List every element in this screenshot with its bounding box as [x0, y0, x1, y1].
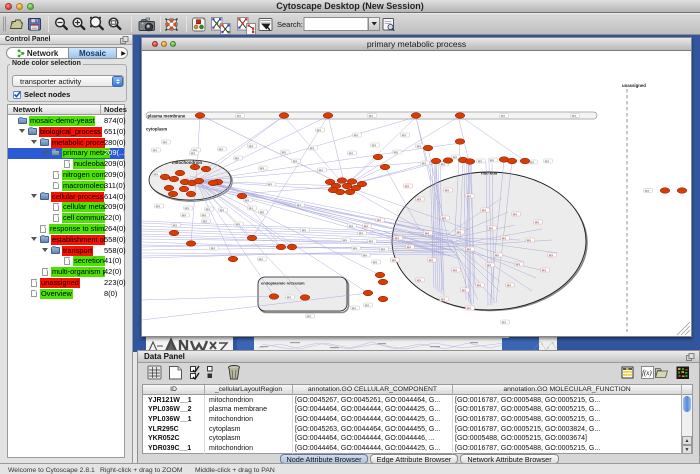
svg-text:▮▮▮: ▮▮▮ — [185, 207, 190, 210]
svg-text:▮▮▮: ▮▮▮ — [442, 217, 447, 220]
svg-text:cytoplasm: cytoplasm — [146, 127, 167, 132]
svg-text:▮▮▮: ▮▮▮ — [365, 304, 370, 307]
svg-text:▮▮▮: ▮▮▮ — [354, 134, 359, 137]
svg-text:▮▮▮: ▮▮▮ — [462, 289, 467, 292]
svg-text:▮▮▮: ▮▮▮ — [507, 284, 512, 287]
svg-text:▮▮▮: ▮▮▮ — [353, 247, 358, 250]
svg-text:▮▮▮: ▮▮▮ — [372, 144, 377, 147]
svg-text:▮▮▮: ▮▮▮ — [287, 296, 292, 299]
svg-text:▮▮▮: ▮▮▮ — [467, 248, 472, 251]
svg-text:▮▮▮: ▮▮▮ — [310, 147, 315, 150]
svg-text:▮▮▮: ▮▮▮ — [535, 221, 540, 224]
svg-text:▮▮▮: ▮▮▮ — [441, 163, 446, 166]
svg-text:▮▮▮: ▮▮▮ — [369, 240, 374, 243]
svg-text:▮▮▮: ▮▮▮ — [259, 258, 264, 261]
svg-text:▮▮▮: ▮▮▮ — [513, 213, 518, 216]
svg-text:▮▮▮: ▮▮▮ — [425, 232, 430, 235]
svg-text:▮▮▮: ▮▮▮ — [249, 145, 254, 148]
svg-text:mitochondrion: mitochondrion — [172, 160, 202, 165]
svg-text:▮▮▮: ▮▮▮ — [156, 205, 161, 208]
svg-text:▮▮▮: ▮▮▮ — [317, 129, 322, 132]
svg-text:▮▮▮: ▮▮▮ — [307, 315, 312, 318]
svg-text:▮▮▮: ▮▮▮ — [417, 279, 422, 282]
svg-text:▮▮▮: ▮▮▮ — [516, 263, 521, 266]
svg-text:▮▮▮: ▮▮▮ — [467, 307, 472, 310]
svg-text:▮▮▮: ▮▮▮ — [343, 239, 348, 242]
svg-text:▮▮▮: ▮▮▮ — [182, 214, 187, 217]
svg-text:▮▮▮: ▮▮▮ — [407, 246, 412, 249]
svg-text:▮▮▮: ▮▮▮ — [478, 160, 483, 163]
svg-text:f(x): f(x) — [642, 369, 652, 377]
svg-text:▮▮▮: ▮▮▮ — [268, 183, 273, 186]
svg-text:▮▮▮: ▮▮▮ — [530, 161, 535, 164]
svg-text:▮▮▮: ▮▮▮ — [245, 199, 250, 202]
svg-text:▮▮▮: ▮▮▮ — [235, 157, 240, 160]
svg-text:plasma membrane: plasma membrane — [148, 113, 186, 118]
svg-text:▮▮▮: ▮▮▮ — [163, 141, 168, 144]
svg-text:▮▮▮: ▮▮▮ — [377, 219, 382, 222]
svg-text:▮▮▮: ▮▮▮ — [282, 151, 287, 154]
svg-text:▮▮▮: ▮▮▮ — [206, 208, 211, 211]
svg-text:endoplasmic reticulum: endoplasmic reticulum — [261, 281, 305, 286]
svg-text:▮▮▮: ▮▮▮ — [349, 225, 354, 228]
svg-text:▮▮▮: ▮▮▮ — [219, 148, 224, 151]
svg-text:▮▮▮: ▮▮▮ — [453, 156, 458, 159]
svg-text:▮▮▮: ▮▮▮ — [363, 254, 368, 257]
svg-text:▮▮▮: ▮▮▮ — [191, 152, 196, 155]
svg-text:▮▮▮: ▮▮▮ — [645, 190, 650, 193]
svg-text:▮▮▮: ▮▮▮ — [501, 115, 506, 118]
svg-text:▮▮▮: ▮▮▮ — [417, 145, 422, 148]
svg-text:▮▮▮: ▮▮▮ — [453, 269, 458, 272]
svg-text:▮▮▮: ▮▮▮ — [402, 134, 407, 137]
svg-text:▮▮▮: ▮▮▮ — [422, 162, 427, 165]
svg-text:▮▮▮: ▮▮▮ — [352, 307, 357, 310]
svg-text:▮▮▮: ▮▮▮ — [297, 204, 302, 207]
svg-text:▮▮▮: ▮▮▮ — [319, 169, 324, 172]
svg-text:unassigned: unassigned — [622, 83, 646, 88]
svg-text:▮▮▮: ▮▮▮ — [202, 214, 207, 217]
svg-text:▮▮▮: ▮▮▮ — [502, 237, 507, 240]
svg-text:▮▮▮: ▮▮▮ — [495, 254, 500, 257]
svg-text:▮▮▮: ▮▮▮ — [293, 160, 298, 163]
svg-text:▮▮▮: ▮▮▮ — [203, 220, 208, 223]
svg-text:▮▮▮: ▮▮▮ — [220, 209, 225, 212]
svg-text:▮▮▮: ▮▮▮ — [381, 248, 386, 251]
svg-text:▮▮▮: ▮▮▮ — [542, 269, 547, 272]
svg-text:▮▮▮: ▮▮▮ — [445, 189, 450, 192]
svg-text:▮▮▮: ▮▮▮ — [236, 223, 241, 226]
svg-text:▮▮▮: ▮▮▮ — [359, 232, 364, 235]
svg-text:▮▮▮: ▮▮▮ — [490, 159, 495, 162]
svg-text:▮▮▮: ▮▮▮ — [527, 239, 532, 242]
svg-text:▮▮▮: ▮▮▮ — [572, 115, 577, 118]
svg-text:▮▮▮: ▮▮▮ — [417, 198, 422, 201]
svg-text:▮▮▮: ▮▮▮ — [549, 254, 554, 257]
svg-text:▮▮▮: ▮▮▮ — [429, 259, 434, 262]
svg-text:▮▮▮: ▮▮▮ — [441, 298, 446, 301]
svg-text:▮▮▮: ▮▮▮ — [467, 195, 472, 198]
svg-text:▮▮▮: ▮▮▮ — [364, 225, 369, 228]
svg-text:▮▮▮: ▮▮▮ — [154, 173, 159, 176]
svg-text:▮▮▮: ▮▮▮ — [395, 237, 400, 240]
svg-text:▮▮▮: ▮▮▮ — [349, 152, 354, 155]
svg-text:▮▮▮: ▮▮▮ — [457, 231, 462, 234]
svg-text:▮▮▮: ▮▮▮ — [260, 167, 265, 170]
svg-text:▮▮▮: ▮▮▮ — [302, 229, 307, 232]
svg-text:▮▮▮: ▮▮▮ — [369, 115, 374, 118]
svg-text:▮▮▮: ▮▮▮ — [405, 185, 410, 188]
svg-text:▮▮▮: ▮▮▮ — [249, 207, 254, 210]
svg-text:▮▮▮: ▮▮▮ — [502, 321, 507, 324]
svg-text:▮▮▮: ▮▮▮ — [373, 261, 378, 264]
svg-text:▮▮▮: ▮▮▮ — [489, 227, 494, 230]
svg-text:▮▮▮: ▮▮▮ — [482, 209, 487, 212]
svg-text:▮▮▮: ▮▮▮ — [477, 284, 482, 287]
svg-text:▮▮▮: ▮▮▮ — [392, 259, 397, 262]
svg-text:▮▮▮: ▮▮▮ — [260, 211, 265, 214]
svg-text:▮▮▮: ▮▮▮ — [211, 247, 216, 250]
svg-text:▮▮▮: ▮▮▮ — [487, 264, 492, 267]
svg-text:▮▮▮: ▮▮▮ — [545, 160, 550, 163]
svg-text:▮▮▮: ▮▮▮ — [237, 115, 242, 118]
svg-text:▮▮▮: ▮▮▮ — [394, 151, 399, 154]
svg-text:▮▮▮: ▮▮▮ — [153, 149, 158, 152]
svg-text:▮▮▮: ▮▮▮ — [173, 224, 178, 227]
